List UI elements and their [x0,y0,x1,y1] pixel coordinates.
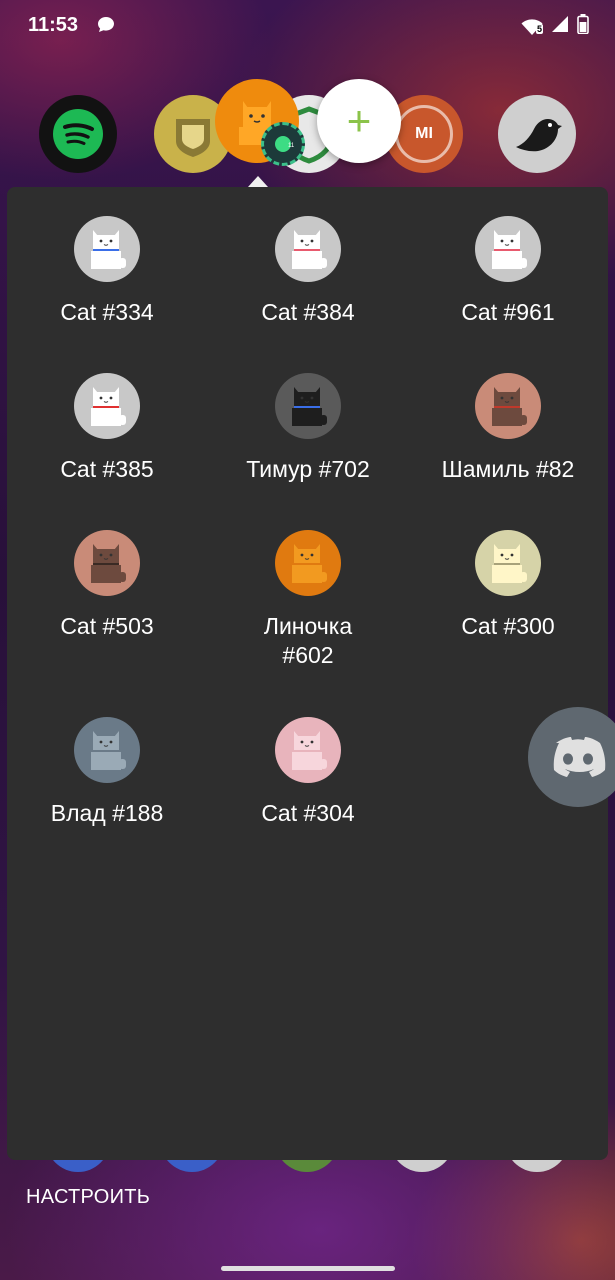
discord-icon [553,737,606,777]
cat-avatar [74,373,140,439]
plus-icon: + [346,97,372,144]
cat-avatar [74,717,140,783]
cat-icon [91,544,126,583]
spotify-bubble[interactable] [39,95,117,173]
cat-name: Cat #385 [60,456,154,482]
cat-name: Cat #961 [461,299,555,325]
cat-icon [292,731,327,770]
cat-item[interactable]: Влад #188 [7,717,207,828]
cat-item[interactable]: Cat #503 [7,530,207,641]
cat-avatar [475,216,541,282]
cat-avatar [275,717,341,783]
discord-bubble[interactable] [528,707,615,807]
cat-name: Cat #304 [261,800,355,826]
cat-name: Линочка #602 [263,613,353,668]
cat-avatar [74,530,140,596]
cat-avatar [74,216,140,282]
notification-badge: 11 [261,122,305,166]
cat-item[interactable]: Тимур #702 [208,373,408,484]
cat-icon [292,387,327,426]
cat-name: Cat #503 [60,613,154,639]
cat-icon [492,544,527,583]
cat-avatar [475,373,541,439]
cat-icon [91,731,126,770]
cat-item[interactable]: Cat #334 [7,216,207,327]
cat-icon [292,230,327,269]
clock: 11:53 [28,14,79,36]
cat-icon [492,387,527,426]
cat-name: Cat #384 [261,299,355,325]
network-badge: 5 [536,23,544,34]
spotify-icon [53,109,103,159]
cat-name: Шамиль #82 [441,456,575,482]
cat-avatar [275,216,341,282]
cat-item[interactable]: Cat #384 [208,216,408,327]
panel-pointer [248,176,268,187]
bird-bubble[interactable] [498,95,576,173]
cat-icon [91,230,126,269]
cat-name: Cat #300 [461,613,555,639]
badge-count: 11 [288,143,295,149]
cat-name: Влад #188 [50,800,164,826]
cat-avatar [275,373,341,439]
cat-item[interactable]: Cat #304 [208,717,408,828]
cat-name: Cat #334 [60,299,154,325]
cat-name: Тимур #702 [246,456,370,482]
bird-icon [516,119,562,152]
cat-icon [91,387,126,426]
cat-icon [292,544,327,583]
cat-item[interactable]: Cat #961 [408,216,608,327]
cat-icon [492,230,527,269]
status-bar: 11:53 5 [0,0,615,52]
manage-button[interactable]: НАСТРОИТЬ [26,1186,150,1209]
signal-icon [551,15,569,38]
wifi-icon: 5 [521,17,544,37]
mi-icon: MI [395,105,453,163]
battery-icon [577,14,589,39]
cat-item[interactable]: Cat #385 [7,373,207,484]
conversation-panel [7,187,608,1160]
status-icons: 5 [521,14,589,39]
chat-icon [96,15,116,40]
home-indicator[interactable] [221,1266,395,1271]
cat-item[interactable]: Cat #300 [408,530,608,641]
cat-item[interactable]: Линочка #602 [208,530,408,670]
cat-avatar [275,530,341,596]
cat-avatar [475,530,541,596]
add-bubble-button[interactable]: + [317,79,401,163]
cat-item[interactable]: Шамиль #82 [408,373,608,484]
